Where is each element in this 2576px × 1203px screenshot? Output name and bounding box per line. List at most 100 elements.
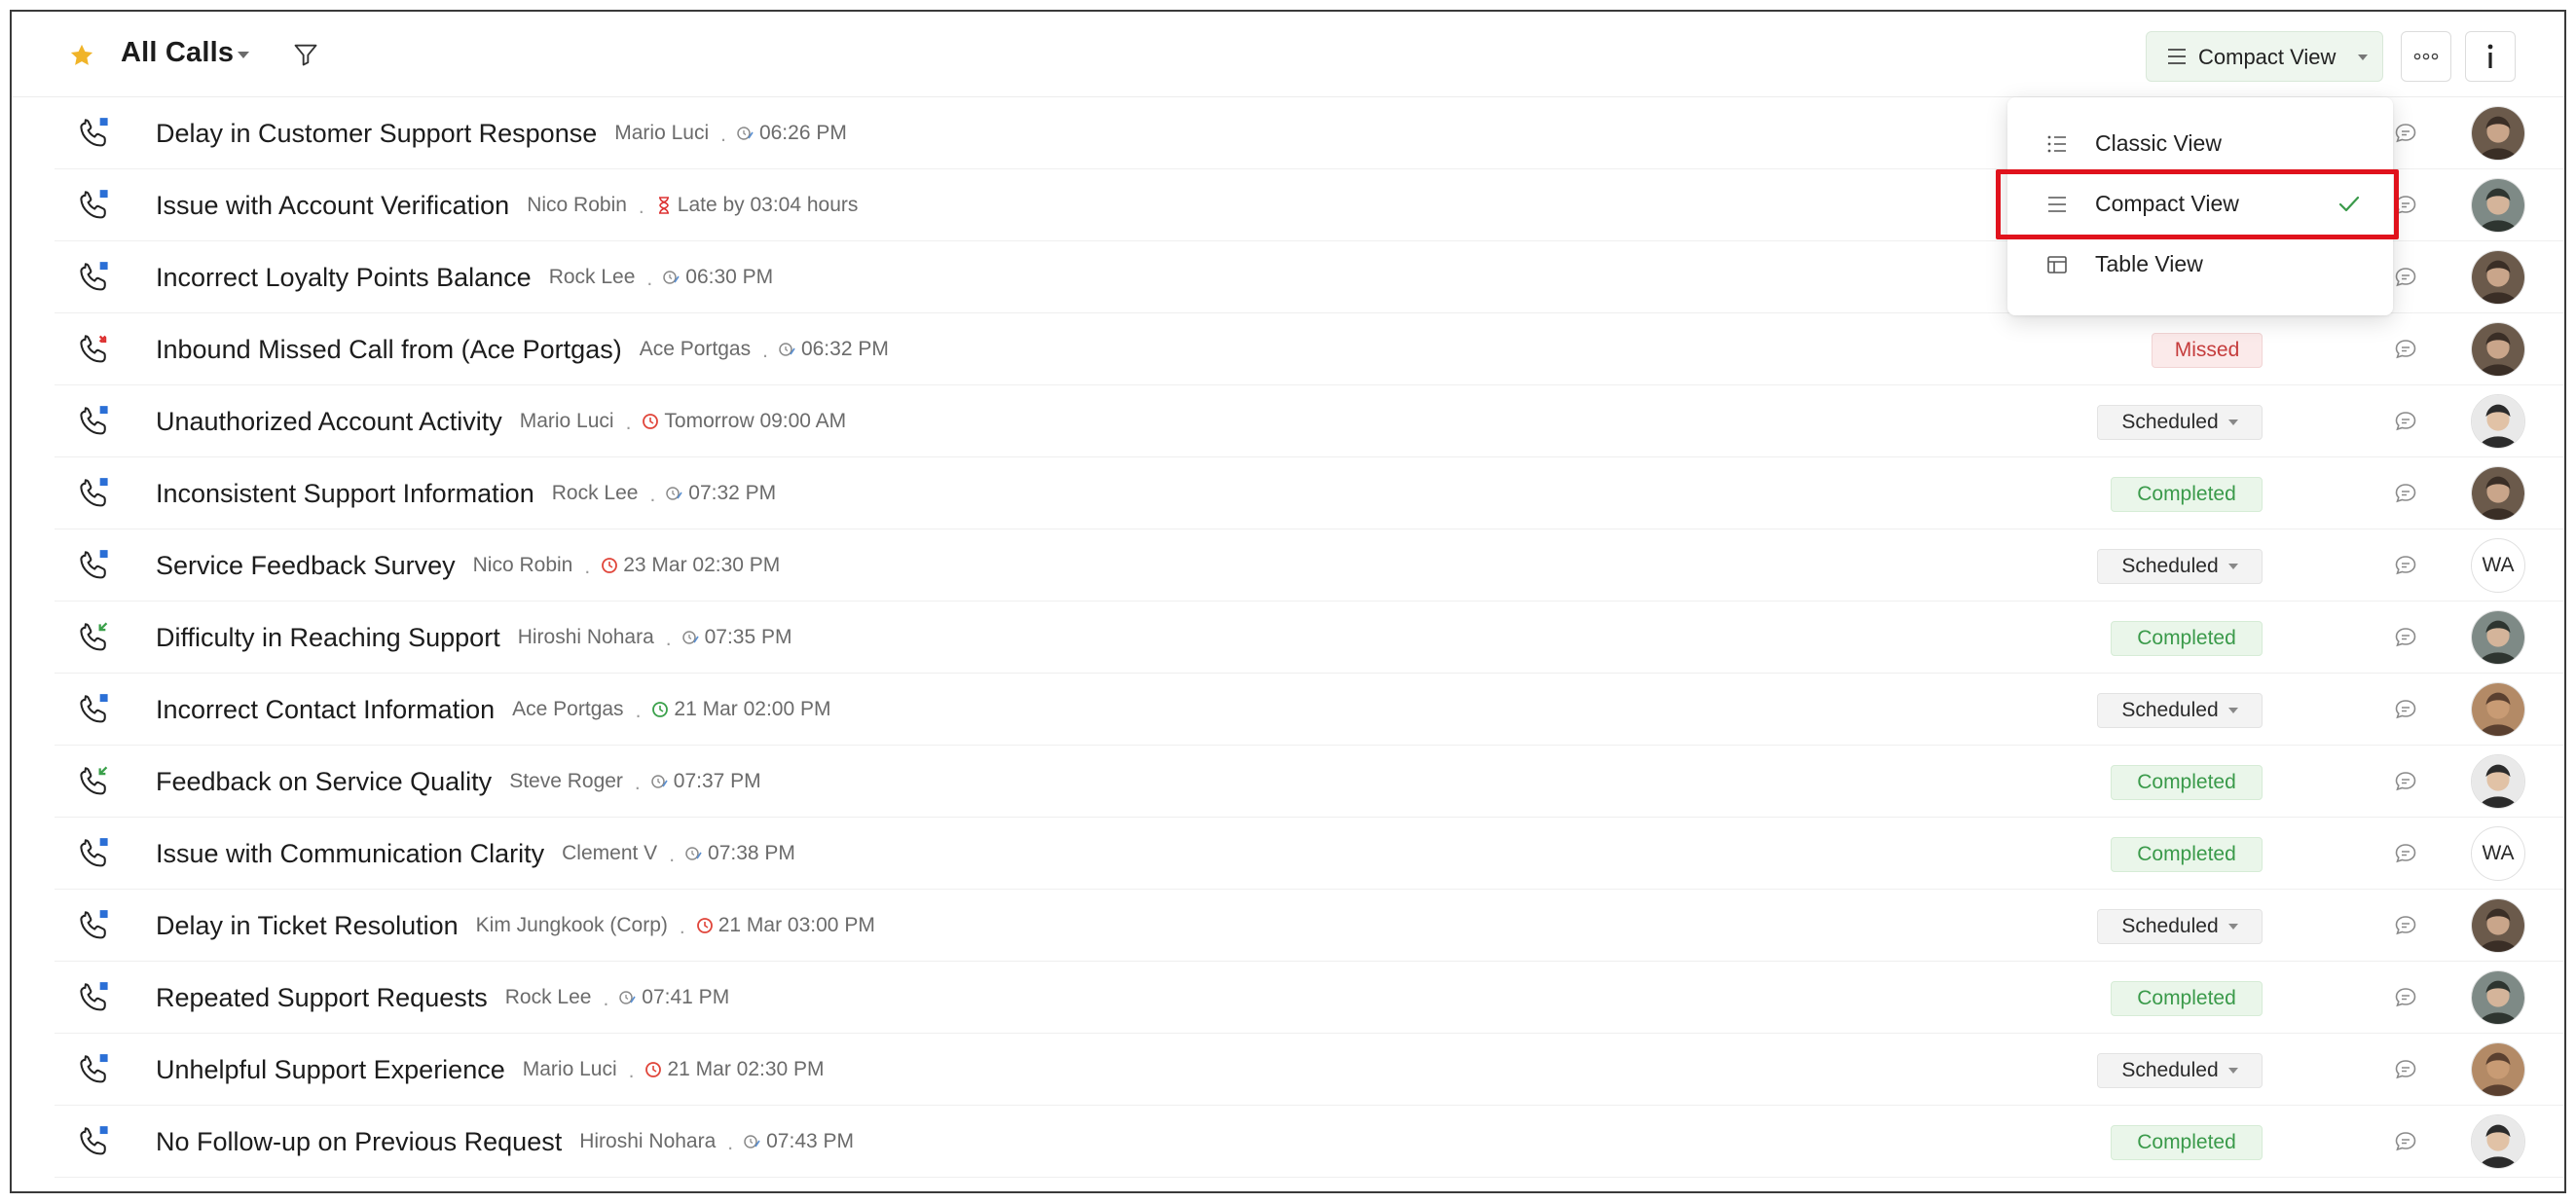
call-subject[interactable]: Delay in Ticket Resolution [156,911,459,941]
call-subject[interactable]: Issue with Communication Clarity [156,839,544,869]
more-options-button[interactable] [2401,31,2451,82]
comment-icon[interactable] [2393,1057,2418,1082]
contact-name[interactable]: Kim Jungkook (Corp) [476,914,668,937]
outgoing-call-icon [78,405,111,438]
status-label: Missed [2174,339,2240,361]
avatar[interactable] [2471,250,2525,305]
comment-icon[interactable] [2393,337,2418,362]
avatar[interactable]: WA [2471,826,2525,881]
avatar[interactable] [2471,394,2525,449]
call-subject[interactable]: Service Feedback Survey [156,551,456,581]
avatar[interactable] [2471,754,2525,809]
contact-name[interactable]: Rock Lee [552,482,639,505]
table-row[interactable]: Inconsistent Support Information Rock Lee… [55,457,2564,529]
favorite-star-icon[interactable] [68,42,95,69]
page-title[interactable]: All Calls [121,37,234,69]
call-subject[interactable]: Issue with Account Verification [156,191,509,221]
table-row[interactable]: No Follow-up on Previous Request Hiroshi … [55,1106,2564,1178]
contact-name[interactable]: Rock Lee [505,986,592,1009]
table-row[interactable]: Feedback on Service Quality Steve Roger. 0… [55,746,2564,818]
table-row[interactable]: Unauthorized Account Activity Mario Luci.… [55,385,2564,457]
comment-icon[interactable] [2393,697,2418,722]
table-row[interactable]: Difficulty in Reaching Support Hiroshi No… [55,602,2564,674]
contact-name[interactable]: Hiroshi Nohara [518,626,654,649]
info-button[interactable] [2465,31,2516,82]
comment-icon[interactable] [2393,409,2418,434]
call-time: 21 Mar 02:30 PM [667,1058,825,1080]
contact-name[interactable]: Ace Portgas [640,338,751,361]
status-badge[interactable]: Scheduled [2097,1053,2263,1088]
comment-icon[interactable] [2393,193,2418,218]
table-row[interactable]: Repeated Support Requests Rock Lee. 07:41 … [55,962,2564,1034]
status-badge[interactable]: Scheduled [2097,693,2263,728]
table-row[interactable]: Unhelpful Support Experience Mario Luci. 2… [55,1034,2564,1106]
comment-icon[interactable] [2393,553,2418,578]
app-window: All Calls Compact View Delay in Customer… [10,10,2566,1193]
menu-item-table-view[interactable]: Table View [2007,236,2393,294]
call-subject[interactable]: Incorrect Contact Information [156,695,495,725]
comment-icon[interactable] [2393,481,2418,506]
outgoing-call-icon [78,909,111,942]
comment-icon[interactable] [2393,265,2418,290]
call-subject[interactable]: Feedback on Service Quality [156,767,492,797]
duration-icon [662,268,681,287]
avatar[interactable] [2471,178,2525,233]
view-switcher-button[interactable]: Compact View [2146,31,2383,82]
call-subject[interactable]: Difficulty in Reaching Support [156,623,500,653]
call-time: 21 Mar 03:00 PM [718,914,875,936]
call-subject[interactable]: Inconsistent Support Information [156,479,534,509]
call-subject[interactable]: Delay in Customer Support Response [156,119,597,149]
call-subject[interactable]: Inbound Missed Call from (Ace Portgas) [156,335,622,365]
call-subject[interactable]: Unhelpful Support Experience [156,1055,505,1085]
table-row[interactable]: Delay in Ticket Resolution Kim Jungkook (… [55,890,2564,962]
comment-icon[interactable] [2393,841,2418,866]
call-subject[interactable]: Repeated Support Requests [156,983,488,1013]
avatar[interactable] [2471,682,2525,737]
contact-name[interactable]: Nico Robin [527,194,627,217]
comment-icon[interactable] [2393,985,2418,1010]
filter-icon[interactable] [292,41,319,68]
comment-icon[interactable] [2393,1129,2418,1154]
contact-name[interactable]: Nico Robin [473,554,573,577]
call-subject[interactable]: Unauthorized Account Activity [156,407,502,437]
menu-item-classic-view[interactable]: Classic View [2007,115,2393,173]
contact-name[interactable]: Mario Luci [523,1058,617,1081]
contact-name[interactable]: Hiroshi Nohara [579,1130,716,1153]
avatar[interactable] [2471,1114,2525,1169]
contact-name[interactable]: Ace Portgas [512,698,623,721]
status-badge[interactable]: Scheduled [2097,909,2263,944]
contact-name[interactable]: Steve Roger [509,770,623,793]
chevron-down-icon [2227,564,2238,569]
avatar[interactable] [2471,610,2525,665]
contact-name[interactable]: Clement V [562,842,657,865]
avatar[interactable] [2471,106,2525,161]
avatar[interactable] [2471,970,2525,1025]
call-subject[interactable]: Incorrect Loyalty Points Balance [156,263,532,293]
call-time: Late by 03:04 hours [677,194,859,216]
duration-icon [665,484,684,503]
comment-icon[interactable] [2393,625,2418,650]
table-row[interactable]: Issue with Communication Clarity Clement … [55,818,2564,890]
chevron-down-icon[interactable] [236,51,251,60]
comment-icon[interactable] [2393,121,2418,146]
clock-red-icon [644,1060,663,1079]
status-badge[interactable]: Scheduled [2097,549,2263,584]
menu-item-compact-view[interactable]: Compact View [2007,175,2393,234]
contact-name[interactable]: Mario Luci [520,410,614,433]
avatar[interactable] [2471,898,2525,953]
contact-name[interactable]: Rock Lee [549,266,636,289]
avatar[interactable] [2471,466,2525,521]
avatar[interactable] [2471,322,2525,377]
call-subject[interactable]: No Follow-up on Previous Request [156,1127,562,1157]
status-label: Completed [2137,987,2236,1009]
avatar[interactable]: WA [2471,538,2525,593]
avatar[interactable] [2471,1042,2525,1097]
comment-icon[interactable] [2393,769,2418,794]
table-row[interactable]: Incorrect Contact Information Ace Portgas… [55,674,2564,746]
table-row[interactable]: Inbound Missed Call from (Ace Portgas) Ac… [55,313,2564,385]
contact-name[interactable]: Mario Luci [614,122,709,145]
status-badge[interactable]: Scheduled [2097,405,2263,440]
comment-icon[interactable] [2393,913,2418,938]
table-row[interactable]: Service Feedback Survey Nico Robin. 23 Mar… [55,529,2564,602]
missed-call-icon [78,333,111,366]
